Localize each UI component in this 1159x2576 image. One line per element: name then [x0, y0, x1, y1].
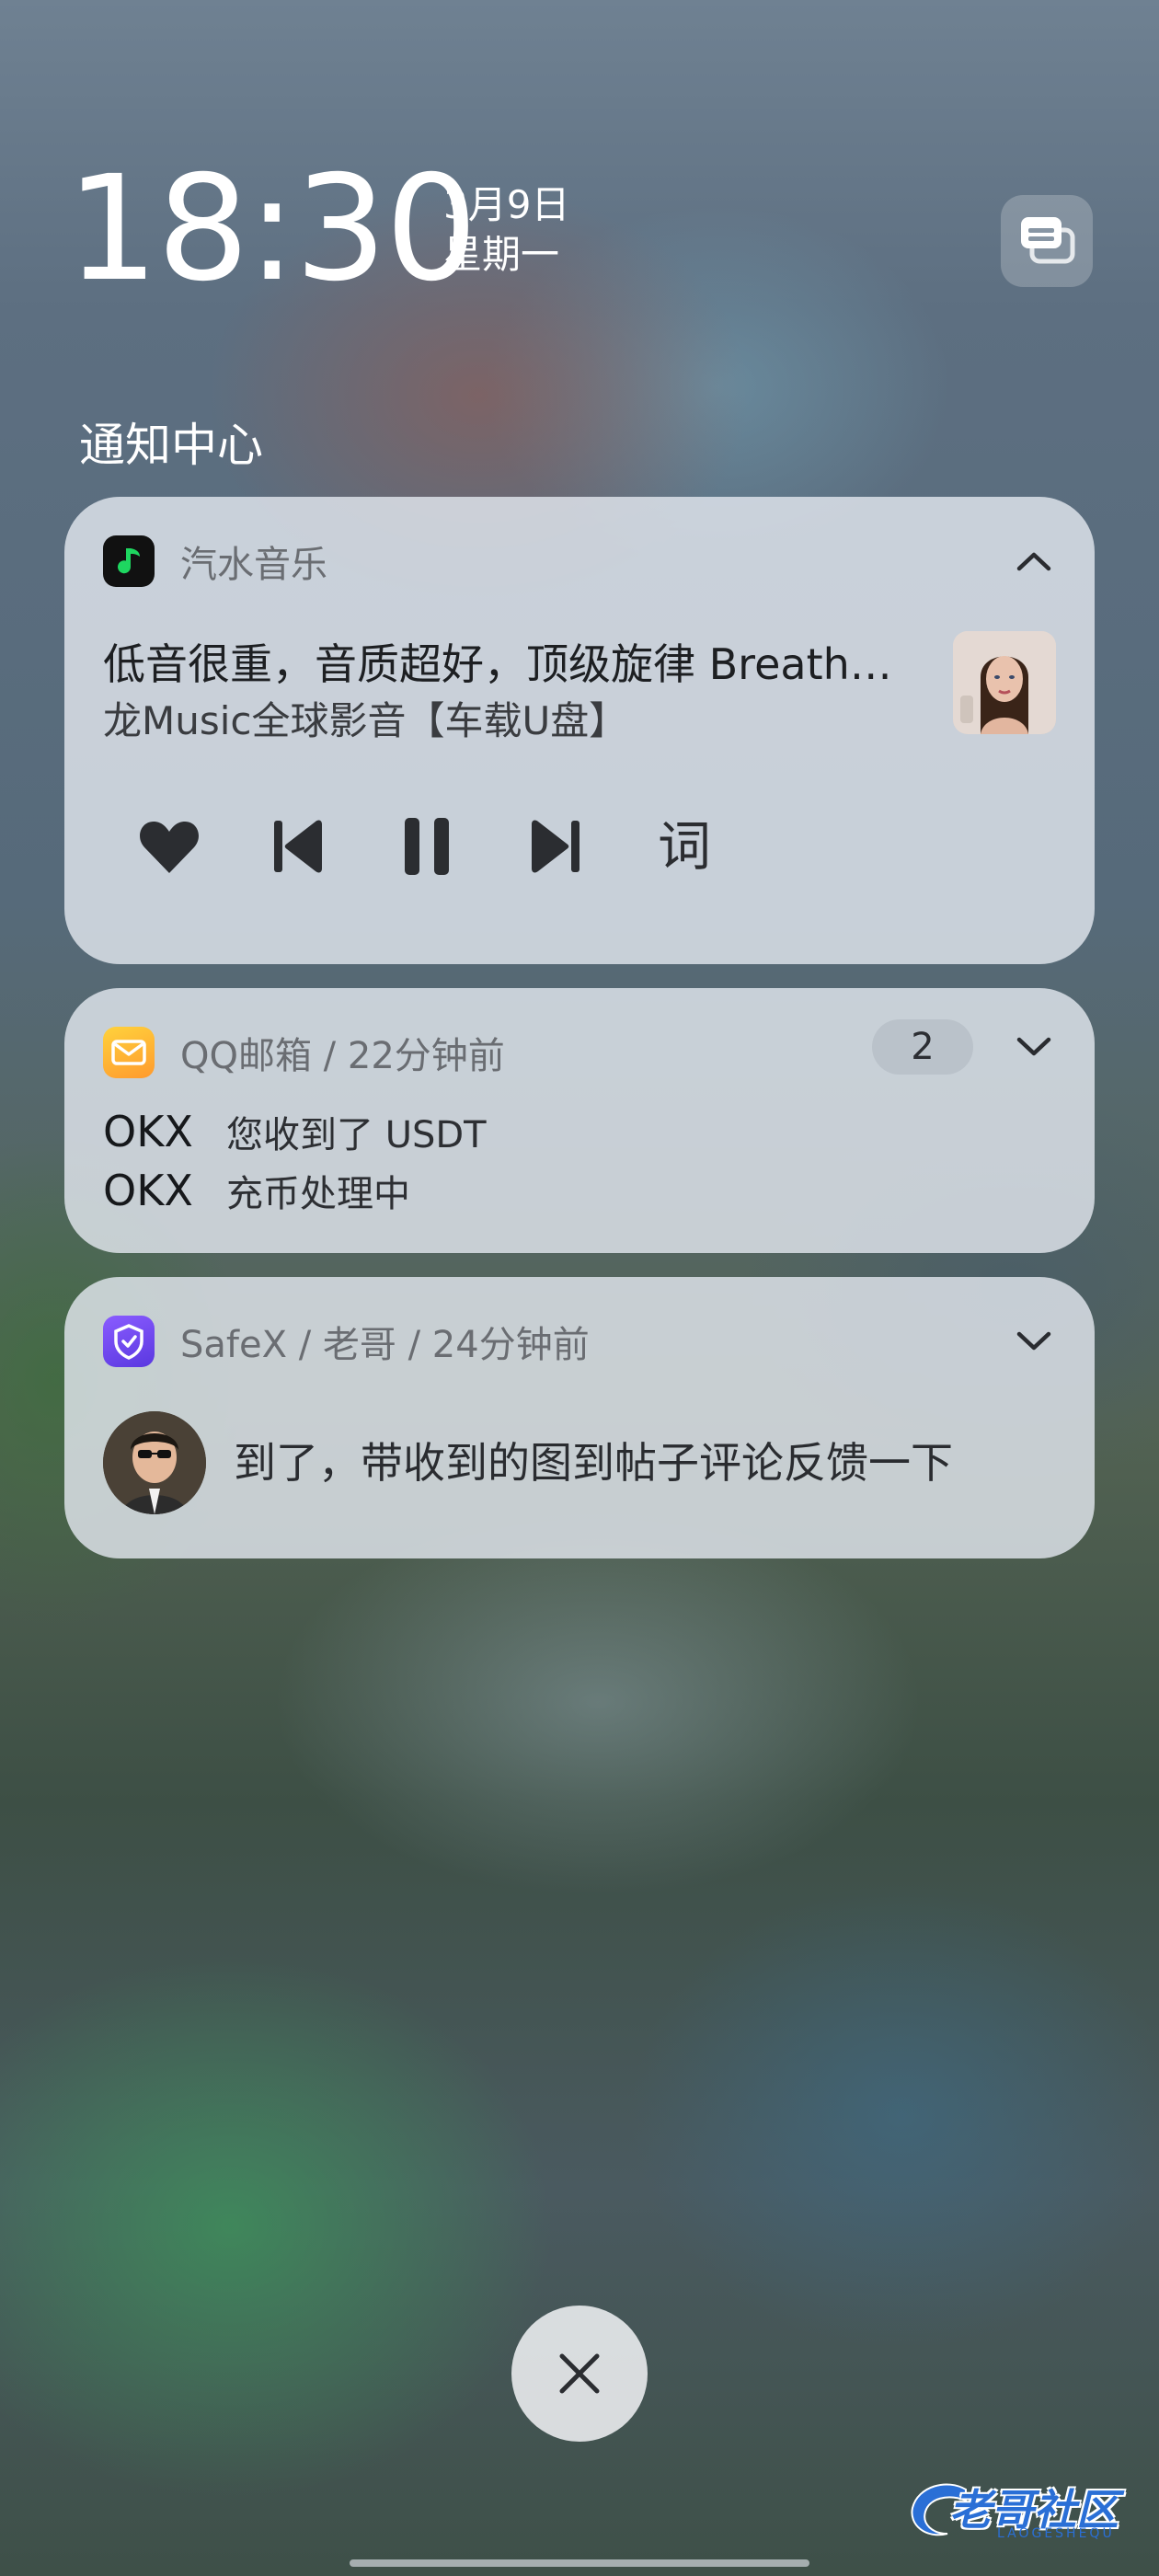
track-artist: 龙Music全球影音【车载U盘】: [103, 698, 628, 743]
mail-item[interactable]: OKX 充币处理中: [103, 1163, 410, 1218]
pause-icon: [405, 818, 449, 875]
mail-subject: 充币处理中: [226, 1173, 410, 1215]
stack-icon: [1017, 213, 1076, 269]
weekday-label: 星期一: [443, 232, 560, 277]
album-art-image: [953, 631, 1056, 734]
clock-time: 18:30: [66, 144, 477, 314]
previous-button[interactable]: [261, 810, 335, 883]
date-block: 3月9日 星期一: [443, 180, 569, 280]
pause-button[interactable]: [390, 810, 464, 883]
chevron-up-icon: [1016, 552, 1051, 571]
mail-sender: OKX: [103, 1166, 193, 1215]
safex-card-header: SafeX / 老哥 / 24分钟前: [103, 1316, 590, 1367]
music-app-name: 汽水音乐: [180, 544, 327, 586]
mail-card-header: QQ邮箱 / 22分钟前: [103, 1027, 505, 1078]
music-notification-card[interactable]: 汽水音乐 低音很重，音质超好，顶级旋律 Breath… 龙Music全球影音【车…: [64, 497, 1095, 964]
watermark-logo: 老哥社区 LAOGESHEQU: [901, 2473, 1141, 2550]
previous-icon: [274, 820, 322, 873]
clear-all-button[interactable]: [511, 2306, 648, 2442]
sender-avatar: [103, 1411, 206, 1514]
close-icon: [559, 2353, 600, 2394]
music-app-icon: [103, 535, 155, 587]
notification-center-title: 通知中心: [79, 419, 263, 472]
mail-count-badge: 2: [872, 1019, 973, 1075]
watermark-subtext: LAOGESHEQU: [997, 2526, 1115, 2541]
expand-mail-button[interactable]: [1012, 1025, 1056, 1069]
music-card-header: 汽水音乐: [103, 535, 327, 587]
track-title: 低音很重，音质超好，顶级旋律 Breath…: [103, 639, 892, 689]
next-button[interactable]: [519, 810, 592, 883]
mail-app-icon: [103, 1027, 155, 1078]
mail-notification-card[interactable]: QQ邮箱 / 22分钟前 2 OKX 您收到了 USDT OKX 充币处理中: [64, 988, 1095, 1253]
chevron-down-icon: [1016, 1331, 1051, 1351]
expand-safex-button[interactable]: [1012, 1319, 1056, 1363]
heart-icon: [140, 822, 199, 873]
home-indicator[interactable]: [350, 2559, 809, 2567]
safex-app-icon: [103, 1316, 155, 1367]
chevron-down-icon: [1016, 1037, 1051, 1056]
date-label: 3月9日: [443, 182, 570, 227]
next-icon: [532, 820, 580, 873]
mail-header-label: QQ邮箱 / 22分钟前: [180, 1035, 505, 1077]
notification-manage-button[interactable]: [1001, 195, 1093, 287]
safex-header-label: SafeX / 老哥 / 24分钟前: [180, 1324, 590, 1366]
mail-item[interactable]: OKX 您收到了 USDT: [103, 1104, 487, 1159]
safex-notification-card[interactable]: SafeX / 老哥 / 24分钟前 到了，带收到的图到帖子评论反馈一下: [64, 1277, 1095, 1558]
mail-subject: 您收到了 USDT: [226, 1114, 487, 1156]
like-button[interactable]: [132, 810, 206, 883]
mail-sender: OKX: [103, 1107, 193, 1156]
playback-controls: 词: [132, 810, 776, 883]
lyrics-button[interactable]: 词: [648, 810, 721, 883]
collapse-chevron-button[interactable]: [1012, 539, 1056, 583]
message-preview: 到了，带收到的图到帖子评论反馈一下: [234, 1438, 953, 1488]
